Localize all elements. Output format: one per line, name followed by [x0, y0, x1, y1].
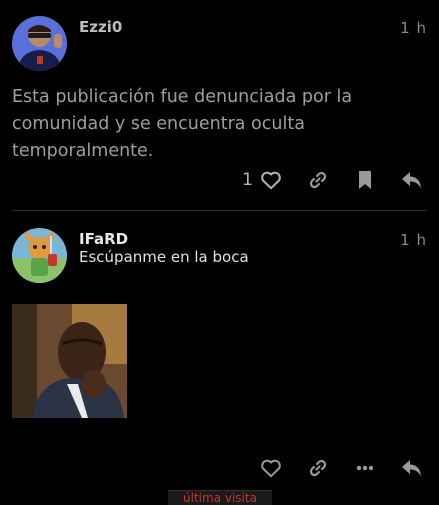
post-ezzi0: Ezzi0 1 h Esta publicación fue denunciad… — [0, 0, 439, 212]
heart-icon[interactable] — [256, 453, 286, 483]
post-time[interactable]: 1 h — [400, 231, 427, 249]
like-count: 1 — [242, 170, 253, 190]
hidden-post-notice: Esta publicación fue denunciada por la c… — [12, 87, 353, 161]
reply-icon[interactable] — [397, 453, 427, 483]
post-ifard: IFaRD 1 h Escúpanme en la boca — [0, 212, 439, 500]
more-icon[interactable] — [350, 453, 380, 483]
reply-icon[interactable] — [397, 165, 427, 195]
post-body: Escúpanme en la boca — [79, 248, 249, 266]
username[interactable]: IFaRD — [79, 230, 128, 248]
username[interactable]: Ezzi0 — [79, 18, 122, 36]
like-button[interactable]: 1 — [242, 165, 286, 195]
post-actions: 1 — [242, 165, 427, 195]
avatar[interactable] — [12, 228, 67, 283]
post-actions — [239, 453, 427, 483]
post-time[interactable]: 1 h — [400, 19, 427, 37]
avatar[interactable] — [12, 16, 67, 71]
link-icon[interactable] — [303, 165, 333, 195]
bookmark-icon[interactable] — [350, 165, 380, 195]
post-separator — [12, 210, 427, 211]
heart-icon[interactable] — [256, 165, 286, 195]
reaction-gif[interactable] — [12, 304, 127, 418]
link-icon[interactable] — [303, 453, 333, 483]
last-visit-marker: última visita — [168, 490, 272, 505]
